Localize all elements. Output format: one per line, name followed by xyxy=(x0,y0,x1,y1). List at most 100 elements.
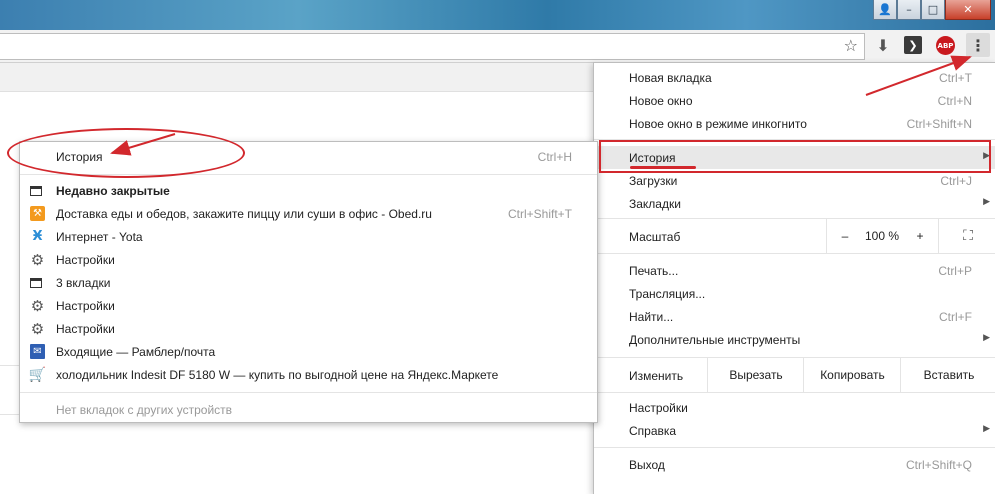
bookmark-star-icon[interactable]: ☆ xyxy=(844,36,858,55)
list-item[interactable]: ✉ Входящие — Рамблер/почта xyxy=(20,340,597,363)
list-item-label: Настройки xyxy=(56,299,115,313)
menu-item-help[interactable]: Справка ▶ xyxy=(594,419,995,442)
minimize-button[interactable]: – xyxy=(897,0,921,20)
mail-icon: ✉ xyxy=(30,344,45,359)
chrome-main-menu: Новая вкладка Ctrl+T Новое окно Ctrl+N Н… xyxy=(593,62,995,494)
menu-item-label: Выход xyxy=(629,458,665,472)
copy-button[interactable]: Копировать xyxy=(803,358,901,392)
minus-icon: – xyxy=(841,229,849,243)
menu-item-settings[interactable]: Настройки xyxy=(594,396,995,419)
window-title-bar: 👤 – □ ✕ xyxy=(0,0,995,30)
edit-label: Изменить xyxy=(629,369,684,383)
list-item-label: 3 вкладки xyxy=(56,276,111,290)
zoom-value-text: 100 % xyxy=(864,229,900,243)
list-item[interactable]: ⚙ Настройки xyxy=(20,317,597,340)
menu-item-label: Новое окно в режиме инкогнито xyxy=(629,117,807,131)
menu-item-label: Дополнительные инструменты xyxy=(629,333,801,347)
no-tabs-label: Нет вкладок с других устройств xyxy=(56,403,233,417)
address-bar[interactable]: ☆ xyxy=(0,33,865,60)
zoom-label: Масштаб xyxy=(629,230,681,244)
list-item[interactable]: 3 вкладки xyxy=(20,271,597,294)
tab-icon xyxy=(30,186,42,196)
history-underline xyxy=(630,166,696,169)
orange-fork-icon: ⚒ xyxy=(30,206,45,221)
list-item[interactable]: ⚙ Настройки xyxy=(20,248,597,271)
menu-item-new-window[interactable]: Новое окно Ctrl+N xyxy=(594,89,995,112)
menu-item-label: Справка xyxy=(629,424,677,438)
list-item[interactable]: Ӿ Интернет - Yota xyxy=(20,225,597,248)
submenu-arrow-icon: ▶ xyxy=(983,197,990,207)
list-item-label: Настройки xyxy=(56,322,115,336)
yota-icon: Ӿ xyxy=(32,229,43,244)
list-item-label: холодильник Indesit DF 5180 W — купить п… xyxy=(56,368,499,382)
cut-button[interactable]: Вырезать xyxy=(707,358,804,392)
maximize-button[interactable]: □ xyxy=(921,0,945,20)
submenu-arrow-icon: ▶ xyxy=(983,333,990,343)
menu-item-find[interactable]: Найти... Ctrl+F xyxy=(594,305,995,328)
profile-button[interactable]: 👤 xyxy=(873,0,897,20)
history-submenu: История Ctrl+H Недавно закрытые ⚒ Достав… xyxy=(19,141,598,423)
browser-toolbar: ☆ ⬇ ❯ ABP ⋮ xyxy=(0,30,995,63)
history-annotation-ellipse xyxy=(7,128,245,178)
download-icon[interactable]: ⬇ xyxy=(874,36,892,55)
menu-item-shortcut: Ctrl+T xyxy=(939,71,972,85)
gear-icon: ⚙ xyxy=(30,250,45,269)
list-item[interactable]: 🛒 холодильник Indesit DF 5180 W — купить… xyxy=(20,363,597,386)
list-item-label: Интернет - Yota xyxy=(56,230,143,244)
menu-item-shortcut: Ctrl+J xyxy=(940,174,972,188)
list-item-label: Настройки xyxy=(56,253,115,267)
list-item[interactable]: ⚒ Доставка еды и обедов, закажите пиццу … xyxy=(20,202,597,225)
menu-item-bookmarks[interactable]: Закладки ▶ xyxy=(594,192,995,215)
menu-separator xyxy=(594,392,995,393)
paste-button[interactable]: Вставить xyxy=(900,358,995,392)
menu-item-label: Новое окно xyxy=(629,94,693,108)
zoom-out-button[interactable]: – xyxy=(826,219,863,253)
menu-item-label: Загрузки xyxy=(629,174,678,188)
tabs-icon xyxy=(30,278,42,288)
menu-item-incognito[interactable]: Новое окно в режиме инкогнито Ctrl+Shift… xyxy=(594,112,995,135)
menu-item-print[interactable]: Печать... Ctrl+P xyxy=(594,259,995,282)
submenu-arrow-icon: ▶ xyxy=(983,424,990,434)
chrome-menu-icon[interactable]: ⋮ xyxy=(966,33,990,57)
list-item-label: Входящие — Рамблер/почта xyxy=(56,345,216,359)
fullscreen-button[interactable]: ⛶ xyxy=(938,219,995,253)
menu-item-shortcut: Ctrl+N xyxy=(937,94,972,108)
menu-item-label: Закладки xyxy=(629,197,681,211)
list-item-shortcut: Ctrl+Shift+T xyxy=(507,207,572,221)
page-content-edge xyxy=(0,365,20,415)
window-controls: 👤 – □ ✕ xyxy=(873,0,991,20)
zoom-row: Масштаб – 100 % + ⛶ xyxy=(594,219,995,253)
copy-label: Копировать xyxy=(820,368,885,382)
adblock-plus-icon[interactable]: ABP xyxy=(936,36,955,55)
menu-item-label: Трансляция... xyxy=(629,287,706,301)
menu-item-cast[interactable]: Трансляция... xyxy=(594,282,995,305)
menu-separator xyxy=(594,253,995,254)
menu-item-label: Печать... xyxy=(629,264,679,278)
zoom-value: 100 % xyxy=(862,219,902,253)
menu-item-shortcut: Ctrl+Shift+N xyxy=(906,117,972,131)
edit-row: Изменить Вырезать Копировать Вставить xyxy=(594,358,995,392)
gear-icon: ⚙ xyxy=(30,296,45,315)
close-button[interactable]: ✕ xyxy=(945,0,991,20)
extension-icon[interactable]: ❯ xyxy=(904,36,922,54)
menu-item-more-tools[interactable]: Дополнительные инструменты ▶ xyxy=(594,328,995,351)
cart-icon: 🛒 xyxy=(28,366,47,383)
recently-closed-heading: Недавно закрытые xyxy=(56,184,170,198)
menu-separator xyxy=(594,447,995,448)
menu-item-shortcut: Ctrl+Shift+Q xyxy=(905,458,972,472)
menu-item-label: Новая вкладка xyxy=(629,71,712,85)
cut-label: Вырезать xyxy=(729,368,783,382)
zoom-in-button[interactable]: + xyxy=(902,219,938,253)
list-item-label: Доставка еды и обедов, закажите пиццу ил… xyxy=(56,207,432,221)
submenu-item-shortcut: Ctrl+H xyxy=(537,150,572,164)
paste-label: Вставить xyxy=(923,368,975,382)
plus-icon: + xyxy=(916,229,924,243)
menu-item-new-tab[interactable]: Новая вкладка Ctrl+T xyxy=(594,66,995,89)
page-header-strip xyxy=(0,63,600,92)
list-item[interactable]: ⚙ Настройки xyxy=(20,294,597,317)
submenu-recently-closed: Недавно закрытые xyxy=(20,179,597,202)
no-tabs-message: Нет вкладок с других устройств xyxy=(20,398,597,421)
menu-item-exit[interactable]: Выход Ctrl+Shift+Q xyxy=(594,453,995,476)
menu-item-label: Настройки xyxy=(629,401,688,415)
fullscreen-icon: ⛶ xyxy=(963,228,973,244)
